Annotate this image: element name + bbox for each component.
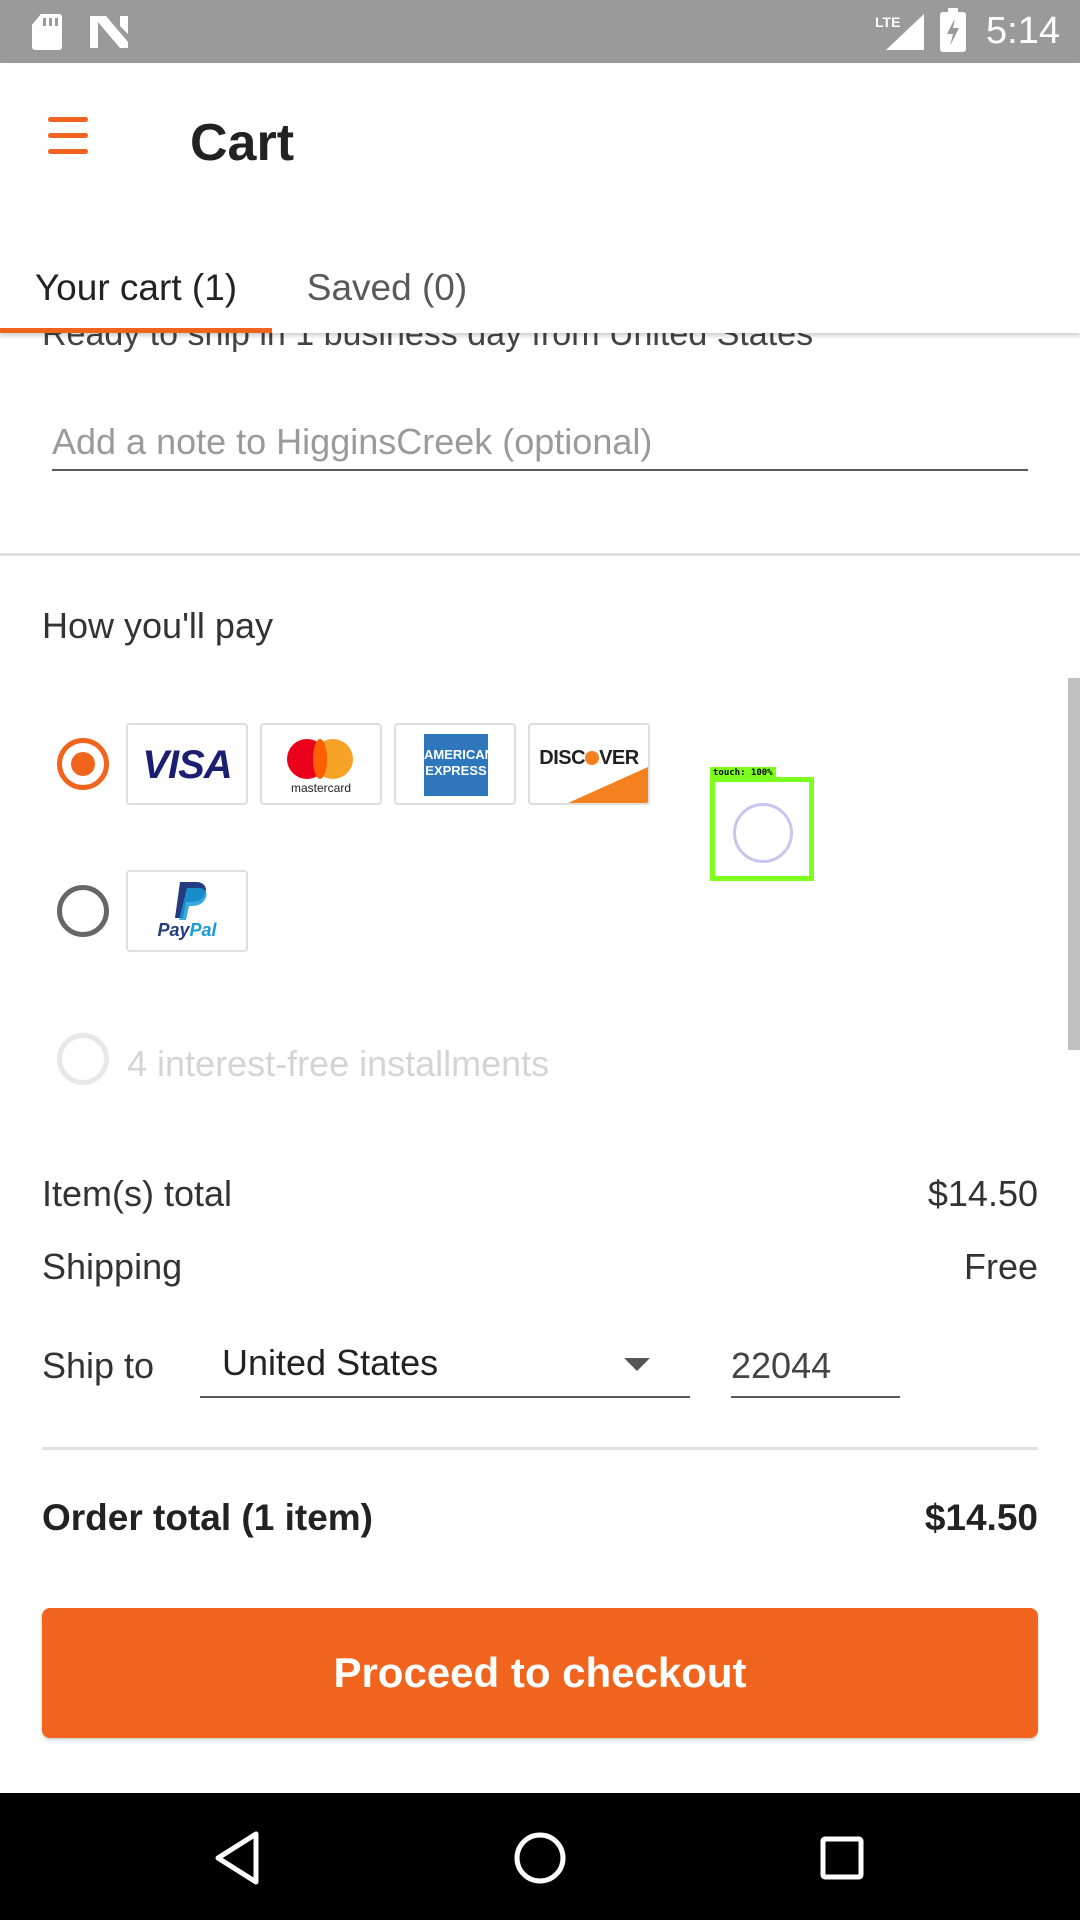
order-total-value: $14.50: [924, 1497, 1038, 1538]
charging-bolt-icon: [947, 18, 959, 46]
tab-saved[interactable]: Saved (0): [272, 243, 502, 333]
paypal-logo: PayPal: [126, 870, 248, 952]
sd-card-icon: [32, 14, 62, 50]
triangle-back-icon[interactable]: [208, 1826, 272, 1890]
lte-label: LTE: [876, 14, 900, 30]
square-recents-icon[interactable]: [810, 1826, 874, 1890]
pay-paypal-radio[interactable]: [57, 885, 109, 937]
signal-icon: LTE: [876, 14, 924, 50]
country-select[interactable]: United States: [200, 1336, 690, 1398]
zip-input[interactable]: [731, 1336, 900, 1398]
cart-content[interactable]: Ready to ship in 1 business day from Uni…: [0, 315, 1080, 1793]
order-total-label: Order total (1 item): [42, 1497, 373, 1538]
divider: [0, 553, 1080, 556]
country-value: United States: [222, 1342, 439, 1383]
mastercard-logo: mastercard: [260, 723, 382, 805]
navigation-bar: [0, 1793, 1080, 1920]
items-total-label: Item(s) total: [42, 1173, 233, 1214]
pay-cards-radio[interactable]: [57, 738, 109, 790]
installments-label: 4 interest-free installments: [127, 1043, 550, 1084]
menu-button[interactable]: [40, 113, 94, 157]
n-notification-icon: [90, 16, 128, 48]
status-bar: LTE 5:14: [0, 0, 1080, 63]
shipping-label: Shipping: [42, 1246, 183, 1287]
clock: 5:14: [986, 10, 1060, 52]
tab-your-cart[interactable]: Your cart (1): [0, 243, 272, 333]
scrollbar[interactable]: [1068, 678, 1080, 1050]
touch-point-icon: [733, 803, 793, 863]
battery-icon: [940, 8, 966, 52]
dropdown-caret-icon: [624, 1358, 650, 1371]
app-bar: Cart Your cart (1) Saved (0): [0, 63, 1080, 333]
payment-heading: How you'll pay: [42, 605, 273, 646]
page-title: Cart: [190, 114, 295, 172]
ship-to-label: Ship to: [42, 1345, 155, 1386]
proceed-to-checkout-button[interactable]: Proceed to checkout: [42, 1608, 1038, 1738]
hamburger-menu-icon: [48, 117, 88, 122]
pay-installments-radio[interactable]: [57, 1033, 109, 1085]
tab-indicator: [0, 328, 272, 333]
tab-bar: Your cart (1) Saved (0): [0, 243, 1080, 333]
items-total-value: $14.50: [927, 1173, 1038, 1214]
amex-logo: AMERICAN EXPRESS: [394, 723, 516, 805]
discover-logo: DISC VER: [528, 723, 650, 805]
paypal-p-icon: [175, 882, 207, 920]
divider: [42, 1447, 1038, 1450]
shipping-value: Free: [963, 1246, 1038, 1287]
circle-home-icon[interactable]: [508, 1826, 572, 1890]
visa-logo: VISA: [126, 723, 248, 805]
shop-note-input[interactable]: [52, 415, 1028, 471]
